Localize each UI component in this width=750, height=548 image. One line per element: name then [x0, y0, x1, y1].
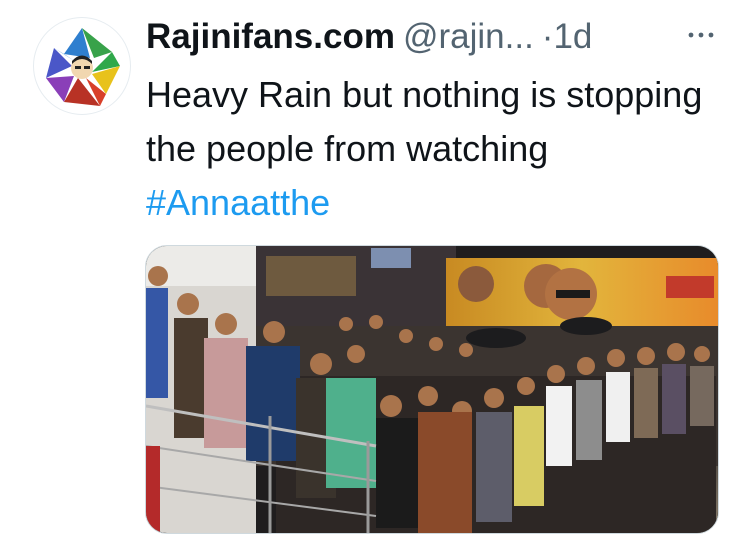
separator-dot: · [541, 17, 554, 56]
more-horizontal-icon [688, 32, 714, 38]
crowd-photo [146, 246, 718, 533]
star-logo-icon [35, 19, 129, 113]
tweet-card[interactable]: Rajinifans.com @rajin... ·1d Heavy Rain bu… [0, 0, 750, 548]
tweet-body: Heavy Rain but nothing is stopping the p… [146, 74, 703, 169]
avatar[interactable] [33, 17, 131, 115]
tweet-header: Rajinifans.com @rajin... ·1d [146, 12, 746, 62]
more-options-button[interactable] [686, 20, 716, 50]
tweet-photo[interactable] [145, 245, 719, 534]
hashtag-link[interactable]: #Annaatthe [146, 182, 330, 223]
user-handle[interactable]: @rajin... [403, 17, 534, 56]
timestamp[interactable]: 1d [553, 17, 592, 56]
tweet-text: Heavy Rain but nothing is stopping the p… [146, 68, 706, 230]
display-name[interactable]: Rajinifans.com [146, 17, 395, 56]
